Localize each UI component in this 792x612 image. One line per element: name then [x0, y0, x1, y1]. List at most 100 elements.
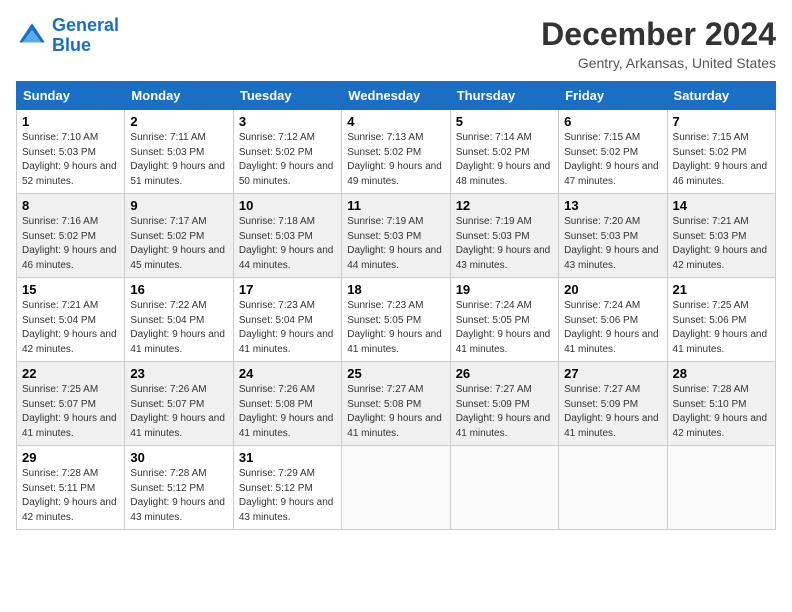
- calendar-cell: [450, 446, 558, 530]
- calendar-cell: 13 Sunrise: 7:20 AMSunset: 5:03 PMDaylig…: [559, 194, 667, 278]
- day-number: 13: [564, 198, 661, 213]
- calendar-cell: 14 Sunrise: 7:21 AMSunset: 5:03 PMDaylig…: [667, 194, 775, 278]
- day-number: 22: [22, 366, 119, 381]
- day-info: Sunrise: 7:18 AMSunset: 5:03 PMDaylight:…: [239, 216, 334, 271]
- day-number: 11: [347, 198, 444, 213]
- day-number: 29: [22, 450, 119, 465]
- day-info: Sunrise: 7:24 AMSunset: 5:06 PMDaylight:…: [564, 300, 659, 355]
- day-info: Sunrise: 7:20 AMSunset: 5:03 PMDaylight:…: [564, 216, 659, 271]
- day-info: Sunrise: 7:25 AMSunset: 5:07 PMDaylight:…: [22, 384, 117, 439]
- calendar-cell: 21 Sunrise: 7:25 AMSunset: 5:06 PMDaylig…: [667, 278, 775, 362]
- day-info: Sunrise: 7:22 AMSunset: 5:04 PMDaylight:…: [130, 300, 225, 355]
- calendar-cell: 22 Sunrise: 7:25 AMSunset: 5:07 PMDaylig…: [17, 362, 125, 446]
- weekday-header-sunday: Sunday: [17, 82, 125, 110]
- calendar-cell: 31 Sunrise: 7:29 AMSunset: 5:12 PMDaylig…: [233, 446, 341, 530]
- day-number: 1: [22, 114, 119, 129]
- calendar-cell: 20 Sunrise: 7:24 AMSunset: 5:06 PMDaylig…: [559, 278, 667, 362]
- day-info: Sunrise: 7:28 AMSunset: 5:12 PMDaylight:…: [130, 468, 225, 523]
- weekday-header-thursday: Thursday: [450, 82, 558, 110]
- week-row-2: 8 Sunrise: 7:16 AMSunset: 5:02 PMDayligh…: [17, 194, 776, 278]
- day-info: Sunrise: 7:16 AMSunset: 5:02 PMDaylight:…: [22, 216, 117, 271]
- day-number: 2: [130, 114, 227, 129]
- calendar-cell: [342, 446, 450, 530]
- day-info: Sunrise: 7:28 AMSunset: 5:11 PMDaylight:…: [22, 468, 117, 523]
- day-number: 15: [22, 282, 119, 297]
- weekday-header-tuesday: Tuesday: [233, 82, 341, 110]
- day-info: Sunrise: 7:27 AMSunset: 5:09 PMDaylight:…: [456, 384, 551, 439]
- day-info: Sunrise: 7:26 AMSunset: 5:07 PMDaylight:…: [130, 384, 225, 439]
- month-title: December 2024: [541, 16, 776, 53]
- calendar-cell: 29 Sunrise: 7:28 AMSunset: 5:11 PMDaylig…: [17, 446, 125, 530]
- calendar-cell: 10 Sunrise: 7:18 AMSunset: 5:03 PMDaylig…: [233, 194, 341, 278]
- day-number: 21: [673, 282, 770, 297]
- day-number: 3: [239, 114, 336, 129]
- location-subtitle: Gentry, Arkansas, United States: [541, 55, 776, 71]
- calendar-cell: 11 Sunrise: 7:19 AMSunset: 5:03 PMDaylig…: [342, 194, 450, 278]
- day-number: 25: [347, 366, 444, 381]
- calendar-cell: 19 Sunrise: 7:24 AMSunset: 5:05 PMDaylig…: [450, 278, 558, 362]
- day-info: Sunrise: 7:29 AMSunset: 5:12 PMDaylight:…: [239, 468, 334, 523]
- day-info: Sunrise: 7:27 AMSunset: 5:09 PMDaylight:…: [564, 384, 659, 439]
- calendar-cell: 1 Sunrise: 7:10 AMSunset: 5:03 PMDayligh…: [17, 110, 125, 194]
- day-info: Sunrise: 7:23 AMSunset: 5:05 PMDaylight:…: [347, 300, 442, 355]
- day-number: 10: [239, 198, 336, 213]
- weekday-header-friday: Friday: [559, 82, 667, 110]
- day-number: 6: [564, 114, 661, 129]
- day-number: 28: [673, 366, 770, 381]
- calendar-cell: 24 Sunrise: 7:26 AMSunset: 5:08 PMDaylig…: [233, 362, 341, 446]
- weekday-header-monday: Monday: [125, 82, 233, 110]
- day-number: 30: [130, 450, 227, 465]
- day-info: Sunrise: 7:11 AMSunset: 5:03 PMDaylight:…: [130, 132, 225, 187]
- calendar-table: SundayMondayTuesdayWednesdayThursdayFrid…: [16, 81, 776, 530]
- day-number: 17: [239, 282, 336, 297]
- weekday-header-row: SundayMondayTuesdayWednesdayThursdayFrid…: [17, 82, 776, 110]
- day-info: Sunrise: 7:14 AMSunset: 5:02 PMDaylight:…: [456, 132, 551, 187]
- calendar-cell: [559, 446, 667, 530]
- week-row-3: 15 Sunrise: 7:21 AMSunset: 5:04 PMDaylig…: [17, 278, 776, 362]
- weekday-header-saturday: Saturday: [667, 82, 775, 110]
- day-number: 16: [130, 282, 227, 297]
- calendar-cell: [667, 446, 775, 530]
- page-header: General Blue December 2024 Gentry, Arkan…: [16, 16, 776, 71]
- day-info: Sunrise: 7:28 AMSunset: 5:10 PMDaylight:…: [673, 384, 768, 439]
- calendar-cell: 23 Sunrise: 7:26 AMSunset: 5:07 PMDaylig…: [125, 362, 233, 446]
- day-info: Sunrise: 7:26 AMSunset: 5:08 PMDaylight:…: [239, 384, 334, 439]
- day-info: Sunrise: 7:23 AMSunset: 5:04 PMDaylight:…: [239, 300, 334, 355]
- day-number: 4: [347, 114, 444, 129]
- calendar-cell: 18 Sunrise: 7:23 AMSunset: 5:05 PMDaylig…: [342, 278, 450, 362]
- calendar-cell: 5 Sunrise: 7:14 AMSunset: 5:02 PMDayligh…: [450, 110, 558, 194]
- title-block: December 2024 Gentry, Arkansas, United S…: [541, 16, 776, 71]
- week-row-5: 29 Sunrise: 7:28 AMSunset: 5:11 PMDaylig…: [17, 446, 776, 530]
- calendar-cell: 2 Sunrise: 7:11 AMSunset: 5:03 PMDayligh…: [125, 110, 233, 194]
- day-number: 9: [130, 198, 227, 213]
- day-info: Sunrise: 7:27 AMSunset: 5:08 PMDaylight:…: [347, 384, 442, 439]
- logo-line1: General: [52, 15, 119, 35]
- day-info: Sunrise: 7:13 AMSunset: 5:02 PMDaylight:…: [347, 132, 442, 187]
- day-number: 5: [456, 114, 553, 129]
- day-info: Sunrise: 7:21 AMSunset: 5:03 PMDaylight:…: [673, 216, 768, 271]
- day-info: Sunrise: 7:17 AMSunset: 5:02 PMDaylight:…: [130, 216, 225, 271]
- day-info: Sunrise: 7:25 AMSunset: 5:06 PMDaylight:…: [673, 300, 768, 355]
- calendar-cell: 3 Sunrise: 7:12 AMSunset: 5:02 PMDayligh…: [233, 110, 341, 194]
- weekday-header-wednesday: Wednesday: [342, 82, 450, 110]
- day-info: Sunrise: 7:19 AMSunset: 5:03 PMDaylight:…: [456, 216, 551, 271]
- day-number: 18: [347, 282, 444, 297]
- day-number: 12: [456, 198, 553, 213]
- calendar-cell: 15 Sunrise: 7:21 AMSunset: 5:04 PMDaylig…: [17, 278, 125, 362]
- day-number: 27: [564, 366, 661, 381]
- week-row-4: 22 Sunrise: 7:25 AMSunset: 5:07 PMDaylig…: [17, 362, 776, 446]
- calendar-cell: 27 Sunrise: 7:27 AMSunset: 5:09 PMDaylig…: [559, 362, 667, 446]
- calendar-cell: 30 Sunrise: 7:28 AMSunset: 5:12 PMDaylig…: [125, 446, 233, 530]
- day-number: 8: [22, 198, 119, 213]
- calendar-cell: 28 Sunrise: 7:28 AMSunset: 5:10 PMDaylig…: [667, 362, 775, 446]
- day-info: Sunrise: 7:10 AMSunset: 5:03 PMDaylight:…: [22, 132, 117, 187]
- day-info: Sunrise: 7:12 AMSunset: 5:02 PMDaylight:…: [239, 132, 334, 187]
- calendar-cell: 8 Sunrise: 7:16 AMSunset: 5:02 PMDayligh…: [17, 194, 125, 278]
- day-info: Sunrise: 7:15 AMSunset: 5:02 PMDaylight:…: [673, 132, 768, 187]
- calendar-cell: 26 Sunrise: 7:27 AMSunset: 5:09 PMDaylig…: [450, 362, 558, 446]
- logo-line2: Blue: [52, 36, 119, 56]
- day-number: 14: [673, 198, 770, 213]
- calendar-cell: 25 Sunrise: 7:27 AMSunset: 5:08 PMDaylig…: [342, 362, 450, 446]
- day-info: Sunrise: 7:21 AMSunset: 5:04 PMDaylight:…: [22, 300, 117, 355]
- calendar-cell: 9 Sunrise: 7:17 AMSunset: 5:02 PMDayligh…: [125, 194, 233, 278]
